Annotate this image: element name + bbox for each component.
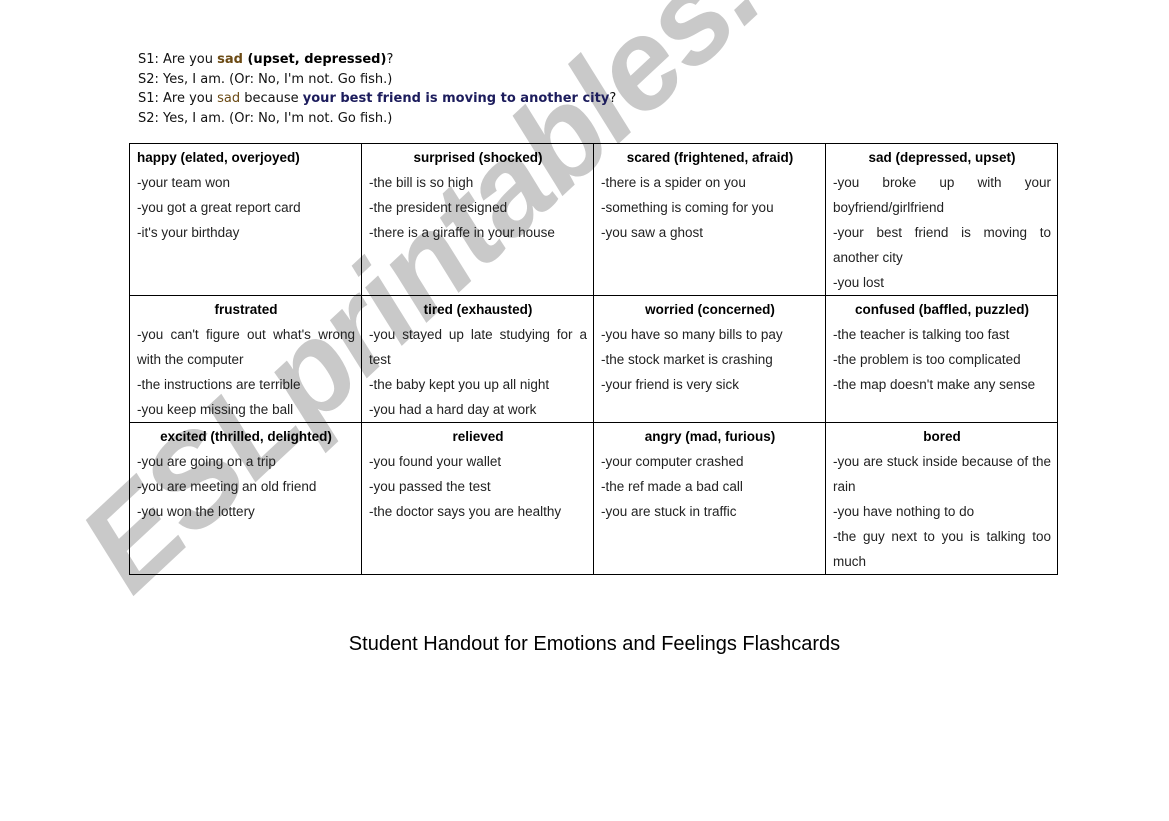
emotion-title: excited (thrilled, delighted) (160, 429, 332, 444)
situation-item: -the map doesn't make any sense (833, 377, 1036, 392)
situation-item: -your computer crashed (601, 454, 744, 469)
dialogue-prefix: S1: Are you (138, 52, 218, 67)
emotion-title: angry (mad, furious) (644, 429, 776, 444)
table-row: happy (elated, overjoyed) -your team won -… (129, 143, 1058, 296)
situation-item: -you passed the test (369, 479, 491, 494)
situation-item: -you won the lottery (137, 504, 255, 519)
situation-item: -your best friend is moving to another c… (833, 225, 1051, 265)
emotion-title: confused (baffled, puzzled) (855, 302, 1029, 317)
emotion-title: sad (depressed, upset) (868, 150, 1016, 165)
situation-item: -the instructions are terrible (137, 377, 301, 392)
situation-item: -you found your wallet (369, 454, 502, 469)
emotion-cell: tired (exhausted) -you stayed up late stu… (361, 295, 594, 423)
emotion-title: happy (elated, overjoyed) (137, 150, 300, 165)
emotion-title: scared (frightened, afraid) (626, 150, 794, 165)
situation-item: -the ref made a bad call (601, 479, 743, 494)
situation-item: -the doctor says you are healthy (369, 504, 562, 519)
emotion-cell: scared (frightened, afraid) -there is a s… (593, 143, 826, 296)
table-row: excited (thrilled, delighted) -you are go… (129, 422, 1058, 575)
situation-item: -you can't figure out what's wrong with … (137, 327, 355, 367)
situation-item: -the teacher is talking too fast (833, 327, 1010, 342)
situation-item: -the baby kept you up all night (369, 377, 550, 392)
emotion-cell: angry (mad, furious) -your computer crash… (593, 422, 826, 575)
emotion-synonyms: (upset, depressed) (242, 52, 387, 67)
dialogue-line-3: S1: Are you sad because your best friend… (138, 89, 616, 109)
reason-phrase: your best friend is moving to another ci… (302, 91, 610, 106)
emotion-cell: confused (baffled, puzzled) -the teacher … (825, 295, 1058, 423)
emotion-cell: frustrated -you can't figure out what's w… (129, 295, 362, 423)
dialogue-line-4: S2: Yes, I am. (Or: No, I'm not. Go fish… (138, 110, 393, 126)
situation-item: -the president resigned (369, 200, 508, 215)
emotion-word: sad (217, 52, 243, 67)
situation-item: -the bill is so high (369, 175, 474, 190)
situation-item: -you saw a ghost (601, 225, 704, 240)
emotion-title: relieved (452, 429, 504, 444)
handout-caption: Student Handout for Emotions and Feeling… (348, 633, 841, 655)
situation-item: -it's your birthday (137, 225, 240, 240)
emotion-title: worried (concerned) (645, 302, 775, 317)
situation-item: -you are meeting an old friend (137, 479, 317, 494)
emotion-cell: relieved -you found your wallet -you passe… (361, 422, 594, 575)
situation-item: -your friend is very sick (601, 377, 740, 392)
emotion-cell: sad (depressed, upset) -you broke up with… (825, 143, 1058, 296)
situation-item: -the stock market is crashing (601, 352, 773, 367)
situation-item: -you are going on a trip (137, 454, 276, 469)
situation-item: -you broke up with your boyfriend/girlfr… (833, 175, 1051, 215)
situation-item: -there is a spider on you (601, 175, 746, 190)
situation-item: -something is coming for you (601, 200, 774, 215)
emotion-cell: excited (thrilled, delighted) -you are go… (129, 422, 362, 575)
situation-item: -there is a giraffe in your house (369, 225, 555, 240)
dialogue-line-1: S1: Are you sad (upset, depressed)? (138, 50, 616, 70)
dialogue-middle: because (240, 91, 303, 106)
dialogue-intro: S1: Are you sad (upset, depressed)? S2: … (138, 50, 616, 128)
situation-item: -the guy next to you is talking too much (833, 529, 1051, 569)
situation-item: -the problem is too complicated (833, 352, 1021, 367)
dialogue-line-2: S2: Yes, I am. (Or: No, I'm not. Go fish… (138, 71, 393, 87)
situation-item: -you have nothing to do (833, 504, 975, 519)
situation-item: -you had a hard day at work (369, 402, 537, 417)
situation-item: -you keep missing the ball (137, 402, 294, 417)
situation-item: -you have so many bills to pay (601, 327, 783, 342)
situation-item: -you got a great report card (137, 200, 301, 215)
dialogue-suffix: ? (609, 91, 617, 106)
emotion-title: bored (923, 429, 961, 444)
dialogue-prefix: S1: Are you (138, 91, 218, 106)
situation-item: -you stayed up late studying for a test (369, 327, 587, 367)
situation-item: -your team won (137, 175, 231, 190)
emotion-title: frustrated (214, 302, 278, 317)
dialogue-suffix: ? (386, 52, 394, 67)
emotion-title: tired (exhausted) (423, 302, 533, 317)
emotions-table: happy (elated, overjoyed) -your team won -… (129, 143, 1058, 575)
situation-item: -you are stuck inside because of the rai… (833, 454, 1051, 494)
situation-item: -you lost (833, 275, 885, 290)
emotion-cell: worried (concerned) -you have so many bil… (593, 295, 826, 423)
emotion-cell: happy (elated, overjoyed) -your team won -… (129, 143, 362, 296)
emotion-cell: surprised (shocked) -the bill is so high -… (361, 143, 594, 296)
emotion-cell: bored -you are stuck inside because of th… (825, 422, 1058, 575)
emotion-word: sad (217, 91, 241, 106)
table-row: frustrated -you can't figure out what's w… (129, 295, 1058, 423)
situation-item: -you are stuck in traffic (601, 504, 737, 519)
emotion-title: surprised (shocked) (413, 150, 543, 165)
